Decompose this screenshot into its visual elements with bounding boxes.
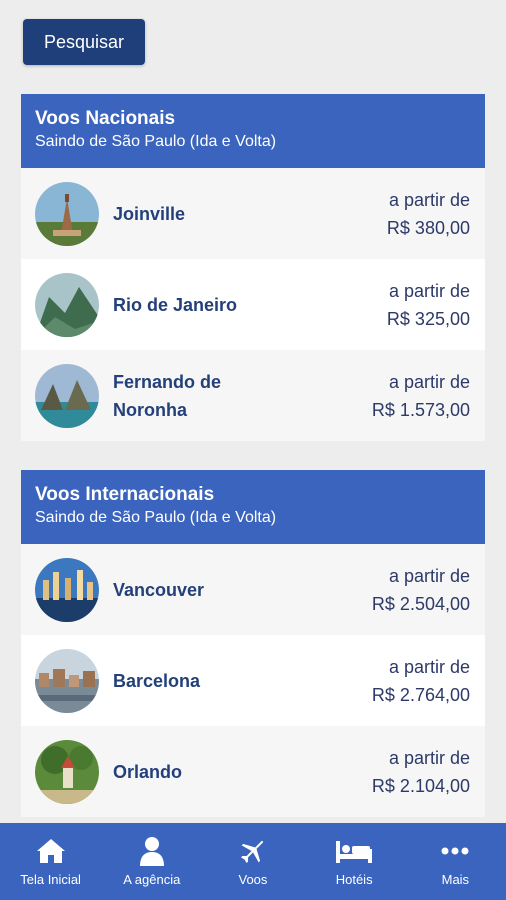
section-domestic-flights: Voos Nacionais Saindo de São Paulo (Ida …: [21, 94, 485, 441]
user-icon: [139, 836, 165, 866]
city-name: Barcelona: [113, 670, 201, 691]
price-value: R$ 1.573,00: [371, 399, 470, 420]
plane-icon: [239, 836, 267, 866]
destination-photo: [35, 557, 99, 622]
destination-photo: [35, 739, 99, 804]
list-item[interactable]: Vancouver a partir de R$ 2.504,00: [21, 544, 485, 635]
section-title: Voos Nacionais: [35, 108, 176, 129]
price-prefix: a partir de: [388, 280, 470, 301]
nav-label: A agência: [123, 872, 181, 887]
section-title: Voos Internacionais: [35, 484, 215, 505]
destination-photo: [35, 272, 99, 337]
price-prefix: a partir de: [388, 747, 470, 768]
city-name: Vancouver: [113, 579, 205, 600]
city-name: Orlando: [113, 761, 183, 782]
list-item[interactable]: Barcelona a partir de R$ 2.764,00: [21, 635, 485, 726]
nav-item-agency[interactable]: A agência: [107, 836, 197, 887]
destination-photo: [35, 648, 99, 713]
city-name: Rio de Janeiro: [113, 294, 238, 315]
nav-item-home[interactable]: Tela Inicial: [6, 836, 96, 887]
price-block: a partir de R$ 325,00: [387, 277, 470, 333]
section-header: Voos Nacionais Saindo de São Paulo (Ida …: [21, 94, 485, 168]
city-name: Fernando de Noronha: [113, 371, 222, 420]
section-subtitle: Saindo de São Paulo (Ida e Volta): [35, 133, 277, 150]
nav-item-hotels[interactable]: Hotéis: [309, 836, 399, 887]
price-prefix: a partir de: [388, 656, 470, 677]
price-block: a partir de R$ 2.504,00: [372, 562, 470, 618]
top-area: Pesquisar: [0, 0, 506, 94]
nav-label: Hotéis: [335, 872, 373, 887]
nav-item-more[interactable]: Mais: [410, 836, 500, 887]
price-block: a partir de R$ 380,00: [387, 186, 470, 242]
price-prefix: a partir de: [388, 565, 470, 586]
city-name: Joinville: [113, 203, 186, 224]
nav-label: Mais: [441, 872, 470, 887]
price-block: a partir de R$ 2.764,00: [372, 653, 470, 709]
price-value: R$ 325,00: [386, 308, 470, 329]
home-icon: [36, 836, 66, 866]
list-item[interactable]: Fernando de Noronha a partir de R$ 1.573…: [21, 350, 485, 441]
section-header: Voos Internacionais Saindo de São Paulo …: [21, 470, 485, 544]
price-prefix: a partir de: [388, 189, 470, 210]
price-value: R$ 380,00: [386, 217, 470, 238]
search-button[interactable]: Pesquisar: [23, 19, 145, 65]
destination-photo: [35, 363, 99, 428]
list-item[interactable]: Joinville a partir de R$ 380,00: [21, 168, 485, 259]
price-value: R$ 2.504,00: [371, 593, 470, 614]
price-value: R$ 2.764,00: [371, 684, 470, 705]
destination-photo: [35, 181, 99, 246]
price-value: R$ 2.104,00: [371, 775, 470, 796]
bed-icon: [335, 836, 373, 866]
more-icon: [441, 836, 469, 866]
price-block: a partir de R$ 2.104,00: [372, 744, 470, 800]
list-item[interactable]: Orlando a partir de R$ 2.104,00: [21, 726, 485, 817]
section-subtitle: Saindo de São Paulo (Ida e Volta): [35, 509, 277, 526]
list-item[interactable]: Rio de Janeiro a partir de R$ 325,00: [21, 259, 485, 350]
nav-label: Tela Inicial: [20, 872, 81, 887]
nav-item-flights[interactable]: Voos: [208, 836, 298, 887]
bottom-nav: Tela Inicial A agência Voos Hotéis Mais: [0, 823, 506, 900]
nav-label: Voos: [238, 872, 268, 887]
price-prefix: a partir de: [388, 371, 470, 392]
price-block: a partir de R$ 1.573,00: [372, 368, 470, 424]
section-international-flights: Voos Internacionais Saindo de São Paulo …: [21, 470, 485, 817]
